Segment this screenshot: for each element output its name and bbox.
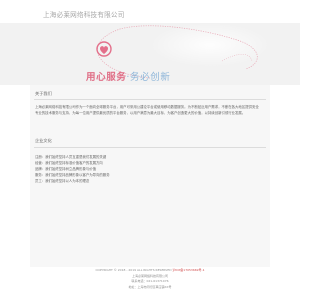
hero-banner: 用心服务·务必创新 (0, 23, 300, 85)
brand-title[interactable]: 上海必莱网络科技有限公司 (43, 9, 125, 19)
culture-divider (34, 147, 266, 148)
footer: COPYRIGHT © 2018 - 2019 ALL RIGHTS RESER… (0, 268, 300, 290)
about-text: 上海必莱网络科技有限公司作为一个面向全球服务平台，用户可采用公建论平台或使用移动… (35, 105, 259, 115)
footer-address: 地址：上海市闵行区莘庄镇XX号 (128, 284, 172, 289)
list-item: 员工：我们始终坚持以人为本的理念 (35, 179, 90, 183)
header: 上海必莱网络科技有限公司 (0, 0, 300, 25)
culture-title: 企业文化 (35, 138, 52, 143)
banner-slogan: 用心服务·务必创新 (86, 72, 171, 83)
heart-icon (100, 46, 108, 54)
culture-list: 注册：我们始终坚持人员互重是我们发展的关键 经营：我们始终坚持标准价值客户的发展… (35, 154, 261, 184)
about-divider (34, 99, 266, 100)
icp-link[interactable]: 沪ICP备17053669号-1 (173, 268, 205, 272)
about-title: 关于我们 (35, 91, 52, 96)
